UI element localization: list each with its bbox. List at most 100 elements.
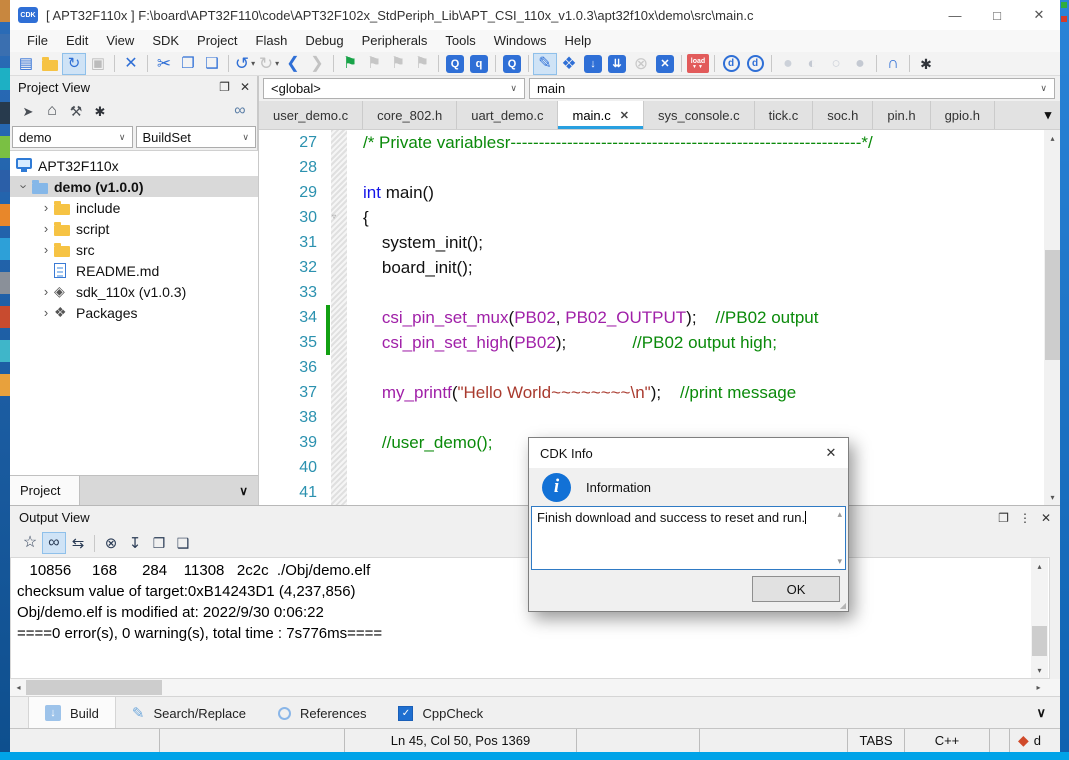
tree-item-readme-md[interactable]: README.md bbox=[10, 260, 258, 281]
tab-soc-h[interactable]: soc.h bbox=[813, 101, 873, 129]
scrollbar-thumb[interactable] bbox=[26, 680, 162, 695]
expander-icon[interactable]: › bbox=[38, 285, 54, 298]
function-select[interactable]: main ∨ bbox=[529, 78, 1055, 99]
pv-close-icon[interactable]: ✕ bbox=[240, 80, 250, 94]
save-output-icon[interactable]: ↧ bbox=[123, 532, 147, 554]
paste-icon[interactable]: ❑ bbox=[200, 53, 224, 75]
scroll-left-icon[interactable]: ◂ bbox=[10, 679, 27, 695]
output-horizontal-scrollbar[interactable]: ◂ ▸ bbox=[10, 679, 1060, 696]
headset-icon[interactable]: ∩ bbox=[881, 53, 905, 75]
tree-item-packages[interactable]: ›❖Packages bbox=[10, 302, 258, 323]
tree-item-apt32f110x[interactable]: APT32F110x bbox=[10, 155, 258, 176]
tab-core_802-h[interactable]: core_802.h bbox=[363, 101, 457, 129]
tab-build[interactable]: ↓Build bbox=[28, 697, 116, 729]
chevron-down-icon[interactable]: ∨ bbox=[1036, 705, 1046, 721]
link-output-icon[interactable]: ∞ bbox=[42, 532, 66, 554]
debug-download-icon[interactable]: d bbox=[719, 53, 743, 75]
bookmark-prev-icon[interactable]: ⚑ bbox=[386, 53, 410, 75]
menu-view[interactable]: View bbox=[97, 30, 143, 52]
scroll-up-icon[interactable]: ▴ bbox=[837, 509, 842, 520]
load-icon[interactable]: load▼▼ bbox=[686, 53, 710, 75]
step-icon[interactable]: ◐ bbox=[800, 53, 824, 75]
fold-marker-icon[interactable]: ▿ bbox=[332, 212, 336, 221]
step-over-icon[interactable]: ○ bbox=[824, 53, 848, 75]
tab-cppcheck[interactable]: ✓CppCheck bbox=[382, 697, 499, 729]
navigate-back-icon[interactable]: ❮ bbox=[281, 53, 305, 75]
dialog-close-icon[interactable]: ✕ bbox=[814, 438, 848, 468]
menu-sdk[interactable]: SDK bbox=[143, 30, 188, 52]
menu-edit[interactable]: Edit bbox=[57, 30, 97, 52]
stop-icon[interactable]: ● bbox=[848, 53, 872, 75]
tree-item-include[interactable]: ›include bbox=[10, 197, 258, 218]
pv-float-icon[interactable]: ❐ bbox=[219, 80, 230, 94]
close-button[interactable]: ✕ bbox=[1018, 0, 1060, 30]
menu-debug[interactable]: Debug bbox=[296, 30, 352, 52]
expander-icon[interactable]: › bbox=[38, 306, 54, 319]
copy-output-icon[interactable]: ❐ bbox=[147, 532, 171, 554]
menu-file[interactable]: File bbox=[18, 30, 57, 52]
clear-output-icon[interactable]: ⊗ bbox=[99, 532, 123, 554]
tree-item-script[interactable]: ›script bbox=[10, 218, 258, 239]
target-select[interactable]: demo ∨ bbox=[12, 126, 133, 148]
tab-tick-c[interactable]: tick.c bbox=[755, 101, 814, 129]
menu-project[interactable]: Project bbox=[188, 30, 246, 52]
flash-connect-pen-icon[interactable]: ✎ bbox=[533, 53, 557, 75]
expander-icon[interactable]: › bbox=[38, 201, 54, 214]
menu-windows[interactable]: Windows bbox=[485, 30, 556, 52]
tab-gpio-h[interactable]: gpio.h bbox=[931, 101, 995, 129]
maximize-button[interactable]: □ bbox=[976, 0, 1018, 30]
ov-float-icon[interactable]: ❐ bbox=[998, 511, 1009, 525]
ov-menu-icon[interactable]: ⋮ bbox=[1019, 511, 1031, 525]
expander-icon[interactable]: › bbox=[18, 179, 31, 195]
flash-download-icon[interactable]: ↓ bbox=[581, 53, 605, 75]
dialog-message-box[interactable]: Finish download and success to reset and… bbox=[531, 506, 846, 570]
dialog-title-bar[interactable]: CDK Info ✕ bbox=[529, 438, 848, 468]
menu-peripherals[interactable]: Peripherals bbox=[353, 30, 437, 52]
resize-grip-icon[interactable]: ◢ bbox=[840, 601, 846, 610]
output-vertical-scrollbar[interactable]: ▴ ▾ bbox=[1031, 558, 1048, 678]
buildset-select[interactable]: BuildSet ∨ bbox=[136, 126, 257, 148]
minimize-button[interactable]: — bbox=[934, 0, 976, 30]
tree-item-sdk_110x[interactable]: ›◈sdk_110x (v1.0.3) bbox=[10, 281, 258, 302]
save-icon[interactable]: ▣ bbox=[86, 53, 110, 75]
run-icon[interactable]: ● bbox=[776, 53, 800, 75]
tree-item-src[interactable]: ›src bbox=[10, 239, 258, 260]
undo-icon[interactable]: ↺▾ bbox=[233, 53, 257, 75]
tab-overflow-icon[interactable]: ▾ bbox=[1035, 101, 1061, 129]
flash-erase-icon[interactable]: ✕ bbox=[653, 53, 677, 75]
editor-vertical-scrollbar[interactable]: ▴ ▾ bbox=[1044, 130, 1061, 505]
debug-attach-icon[interactable]: d bbox=[743, 53, 767, 75]
expander-icon[interactable]: › bbox=[38, 243, 54, 256]
tab-uart_demo-c[interactable]: uart_demo.c bbox=[457, 101, 558, 129]
paste-output-icon[interactable]: ❑ bbox=[171, 532, 195, 554]
chevron-down-icon[interactable]: ∨ bbox=[239, 484, 248, 498]
project-settings-icon[interactable]: ⚒ bbox=[64, 100, 88, 122]
menu-help[interactable]: Help bbox=[556, 30, 601, 52]
spider-icon[interactable]: ✱ bbox=[914, 53, 938, 75]
locate-icon[interactable]: ➤ bbox=[16, 100, 40, 122]
copy-icon[interactable]: ❐ bbox=[176, 53, 200, 75]
scroll-down-icon[interactable]: ▾ bbox=[1044, 489, 1061, 505]
tab-pin-h[interactable]: pin.h bbox=[873, 101, 930, 129]
tab-project[interactable]: Project bbox=[10, 476, 80, 505]
search-in-file-icon[interactable]: q bbox=[467, 53, 491, 75]
wrap-output-icon[interactable]: ⇆ bbox=[66, 532, 90, 554]
package-icon[interactable]: ❖ bbox=[557, 53, 581, 75]
refresh-icon[interactable]: ↻ bbox=[62, 53, 86, 75]
tab-sys_console-c[interactable]: sys_console.c bbox=[644, 101, 755, 129]
link-icon[interactable]: ∞ bbox=[228, 100, 252, 122]
scroll-up-icon[interactable]: ▴ bbox=[1031, 558, 1048, 574]
new-file-icon[interactable]: ▤ bbox=[14, 53, 38, 75]
scrollbar-thumb[interactable] bbox=[1032, 626, 1047, 656]
find-in-files-icon[interactable]: Q bbox=[500, 53, 524, 75]
bookmark-next-icon[interactable]: ⚑ bbox=[362, 53, 386, 75]
cut-icon[interactable]: ✂ bbox=[152, 53, 176, 75]
navigate-forward-icon[interactable]: ❯ bbox=[305, 53, 329, 75]
menu-flash[interactable]: Flash bbox=[247, 30, 297, 52]
flash-download-all-icon[interactable]: ⇊ bbox=[605, 53, 629, 75]
ok-button[interactable]: OK bbox=[752, 576, 840, 602]
bookmark-clear-icon[interactable]: ⚑ bbox=[410, 53, 434, 75]
home-icon[interactable]: ⌂ bbox=[40, 100, 64, 122]
tree-item-demo[interactable]: ›demo (v1.0.0) bbox=[10, 176, 258, 197]
favorites-icon[interactable]: ☆ bbox=[18, 532, 42, 554]
